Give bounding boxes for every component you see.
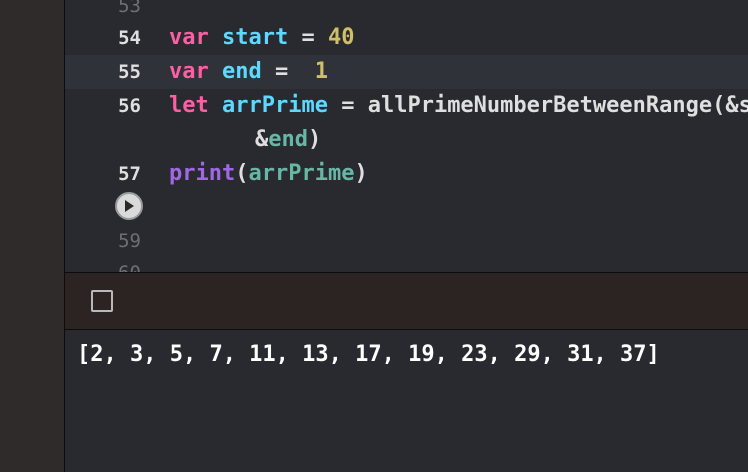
code-line[interactable]: 59 (65, 224, 748, 258)
code-line-current[interactable]: 55 var end = 1 (65, 55, 748, 89)
line-number: 53 (118, 0, 141, 17)
line-number: 60 (65, 256, 141, 272)
argument: arrPrime (248, 161, 355, 186)
paren-close: ) (354, 161, 368, 186)
code-line[interactable]: 54 var start = 40 (65, 21, 748, 55)
number-literal: 40 (327, 25, 355, 50)
argument: end (268, 127, 308, 152)
variable-name: end (222, 59, 262, 84)
code-line[interactable]: 56 let arrPrime = allPrimeNumberBetweenR… (65, 89, 748, 123)
line-number: 54 (118, 27, 141, 49)
navigator-sidebar (0, 0, 65, 472)
code-line[interactable]: 57 print(arrPrime) (65, 157, 748, 191)
keyword: var (169, 25, 209, 50)
code-text: print(arrPrime) (169, 157, 368, 191)
code-line[interactable]: 60 (65, 256, 748, 272)
keyword: var (169, 59, 209, 84)
operator: = (261, 59, 315, 84)
code-text: &end) (255, 127, 322, 152)
operator: = (288, 25, 328, 50)
debug-bar (65, 272, 748, 330)
variable-name: start (222, 25, 289, 50)
operator: = (327, 93, 368, 118)
function-call: allPrimeNumberBetweenRange(&start, (367, 93, 748, 118)
line-number: 59 (118, 230, 141, 252)
code-line[interactable]: 53 (65, 0, 748, 23)
code-text: var end = 1 (169, 55, 328, 89)
play-icon (123, 199, 135, 213)
code-line-wrap[interactable]: &end) (65, 123, 748, 157)
code-text: var start = 40 (169, 21, 354, 55)
run-button[interactable] (115, 192, 143, 220)
variable-name: arrPrime (222, 93, 328, 118)
console-toggle-icon[interactable] (91, 290, 113, 312)
paren-open: ( (235, 161, 249, 186)
keyword: let (169, 93, 209, 118)
console-output-area[interactable]: [2, 3, 5, 7, 11, 13, 17, 19, 23, 29, 31,… (65, 330, 748, 472)
line-number: 56 (118, 95, 141, 117)
line-number: 57 (118, 163, 141, 185)
number-literal: 1 (314, 59, 328, 84)
code-editor[interactable]: 53 54 var start = 40 55 var end = 1 56 l… (65, 0, 748, 272)
function-name: print (169, 161, 236, 186)
code-text: let arrPrime = allPrimeNumberBetweenRang… (169, 89, 748, 123)
console-output-text: [2, 3, 5, 7, 11, 13, 17, 19, 23, 29, 31,… (77, 342, 660, 367)
line-number: 55 (118, 61, 141, 83)
